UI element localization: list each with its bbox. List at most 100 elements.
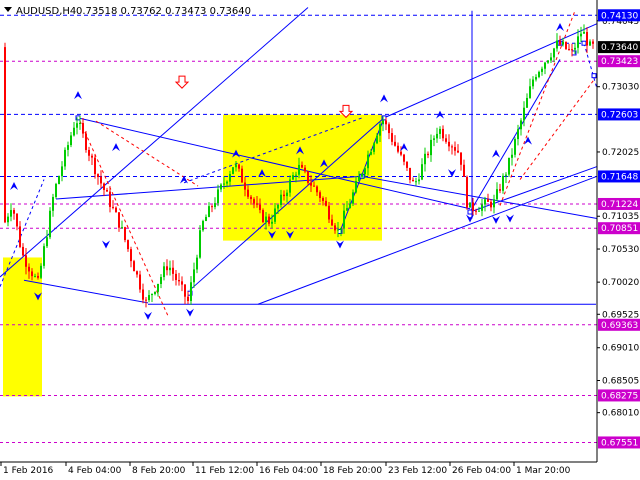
candle-body [220,184,222,190]
candle-body [373,143,375,152]
candle-body [427,153,429,156]
anchor-point [581,40,587,46]
highlight-box-left [3,257,42,397]
candle-body [550,57,552,61]
candle-body [385,120,387,125]
price-tick-label: 0.70020 [602,278,639,288]
candle-body [469,202,471,208]
candle-body [475,210,477,212]
candle-body [232,167,234,174]
candle-body [340,227,342,230]
candle-body [568,48,570,50]
candle-body [577,36,579,48]
candle-body [412,179,414,182]
candle-body [460,152,462,165]
candle-body [97,174,99,177]
candle-body [538,71,540,78]
date-label: 8 Feb 20:00 [132,466,186,476]
candle-body [28,266,30,272]
candle-body [397,145,399,152]
candle-body [100,176,102,184]
candle-body [502,175,504,191]
candle-body [235,164,237,168]
candle-body [280,194,282,205]
candle-body [376,135,378,144]
candle-body [430,139,432,156]
candle-body [364,168,366,174]
candle-body [559,40,561,45]
candle-body [574,47,576,50]
level-label: 0.67551 [601,438,638,448]
level-label: 0.68275 [601,391,638,401]
candle-body [103,183,105,190]
candle-body [178,280,180,282]
candle-body [154,291,156,294]
candle-body [181,281,183,285]
candle-body [91,155,93,158]
candle-body [52,197,54,211]
candle-body [151,293,153,296]
candle-body [160,277,162,284]
candle-body [238,164,240,169]
candle-body [49,210,51,238]
candle-body [139,274,141,290]
candle-body [448,141,450,147]
candle-body [277,204,279,209]
candle-body [142,289,144,300]
candle-body [70,135,72,146]
candle-body [31,271,33,277]
candle-body [184,284,186,297]
candle-body [343,210,345,228]
candle-body [148,295,150,301]
candle-body [349,203,351,209]
price-tick-label: 0.69010 [602,344,639,354]
candle-body [337,229,339,231]
level-label: 0.71648 [601,172,638,182]
candle-body [523,107,525,121]
candle-body [520,120,522,130]
candle-body [439,128,441,134]
candle-body [217,189,219,204]
candle-body [544,62,546,69]
date-label: 23 Feb 12:00 [388,466,447,476]
candle-body [124,227,126,241]
candle-body [43,246,45,266]
candle-body [244,182,246,190]
candle-body [196,257,198,270]
candle-body [322,198,324,201]
candle-body [499,189,501,191]
candle-body [394,141,396,146]
candle-body [571,49,573,51]
candle-body [55,183,57,198]
candle-body [304,167,306,172]
candle-body [409,167,411,180]
candle-body [145,299,147,301]
candle-body [226,181,228,184]
candle-body [466,176,468,208]
candle-body [13,210,15,214]
candle-body [334,225,336,231]
candle-body [415,181,417,183]
candle-body [106,189,108,192]
candle-body [268,216,270,224]
candle-body [253,199,255,204]
level-label: 0.72603 [601,110,638,120]
candle-body [490,201,492,208]
price-tick-label: 0.68505 [602,377,639,387]
candle-body [295,174,297,176]
candle-body [355,181,357,193]
date-label: 26 Feb 04:00 [452,466,511,476]
candle-body [331,219,333,226]
candle-body [7,216,9,223]
candle-body [310,182,312,186]
candle-body [88,149,90,156]
candle-body [316,186,318,193]
candle-body [388,124,390,134]
candle-body [556,40,558,49]
candle-body [73,127,75,136]
candle-body [382,120,384,125]
candle-body [592,41,594,44]
candle-body [379,124,381,136]
level-label: 0.73423 [601,57,638,67]
candle-body [307,171,309,183]
